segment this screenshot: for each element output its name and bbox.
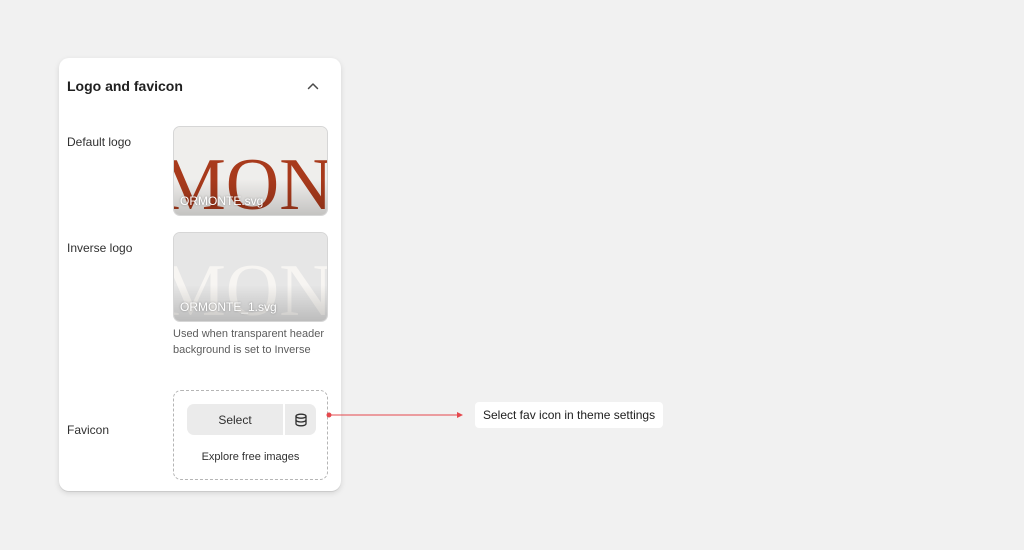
inverse-logo-help-text: Used when transparent header background …	[173, 328, 325, 356]
default-logo-label: Default logo	[67, 135, 132, 149]
collapse-button[interactable]	[303, 76, 323, 96]
favicon-label: Favicon	[67, 423, 110, 437]
callout-connector	[326, 412, 463, 418]
favicon-dropzone[interactable]: Select Explore free images	[173, 390, 328, 480]
connector-arrow-icon	[457, 412, 463, 418]
connector-dot	[326, 412, 332, 418]
free-images-button[interactable]	[285, 404, 316, 435]
select-button[interactable]: Select	[187, 404, 283, 435]
inverse-logo-filename: ORMONTE_1.svg	[180, 300, 277, 314]
logo-favicon-panel: Logo and favicon Default logo MON ORMONT…	[59, 58, 341, 491]
default-logo-tile[interactable]: MON ORMONTE.svg	[173, 126, 328, 216]
inverse-logo-label: Inverse logo	[67, 241, 133, 255]
chevron-up-icon	[307, 83, 319, 90]
panel-title: Logo and favicon	[67, 78, 183, 94]
explore-free-images-link[interactable]: Explore free images	[174, 451, 327, 463]
default-logo-filename: ORMONTE.svg	[180, 194, 264, 208]
database-icon	[294, 413, 307, 426]
inverse-logo-tile[interactable]: MON ORMONTE_1.svg	[173, 232, 328, 322]
callout-label: Select fav icon in theme settings	[475, 402, 664, 428]
